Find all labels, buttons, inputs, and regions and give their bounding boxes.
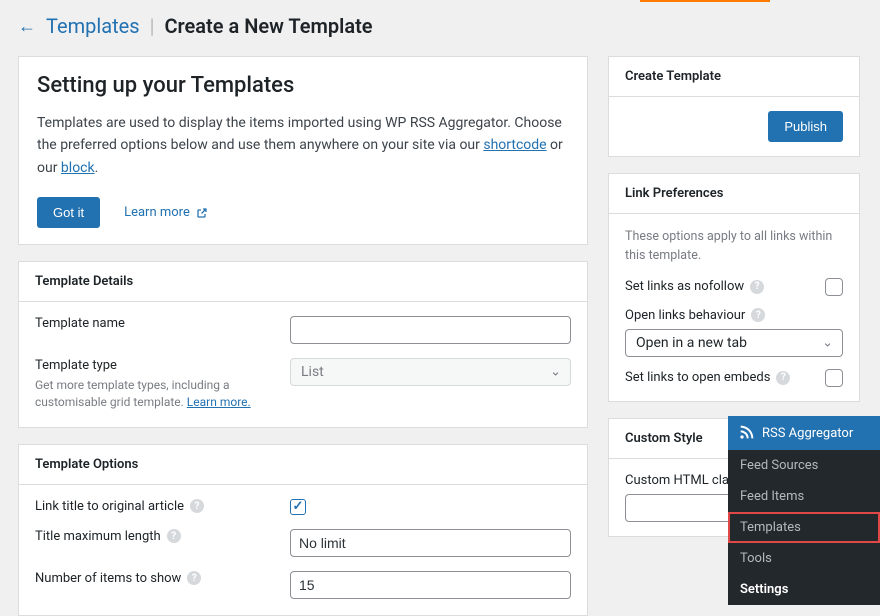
admin-menu-header[interactable]: RSS Aggregator (728, 416, 880, 450)
shortcode-link[interactable]: shortcode (483, 137, 546, 153)
template-name-label: Template name (35, 316, 290, 331)
nofollow-label: Set links as nofollow ? (625, 279, 817, 294)
top-accent-bar (640, 0, 770, 2)
template-type-hint: Get more template types, including a cus… (35, 377, 290, 411)
external-link-icon (196, 207, 208, 219)
setup-panel: Setting up your Templates Templates are … (18, 56, 588, 245)
link-preferences-heading: Link Preferences (609, 174, 859, 214)
title-max-label: Title maximum length ? (35, 529, 290, 544)
admin-menu-item-settings[interactable]: Settings (728, 574, 880, 605)
template-details-panel: Template Details Template name Template … (18, 261, 588, 428)
help-icon[interactable]: ? (751, 308, 765, 322)
back-arrow-icon[interactable]: ← (18, 16, 36, 37)
got-it-button[interactable]: Got it (37, 197, 100, 228)
help-icon[interactable]: ? (190, 499, 204, 513)
admin-menu-item-feed-sources[interactable]: Feed Sources (728, 450, 880, 481)
admin-menu-item-templates[interactable]: Templates (728, 512, 880, 543)
template-details-heading: Template Details (19, 262, 587, 302)
link-title-label: Link title to original article ? (35, 499, 290, 514)
template-options-heading: Template Options (19, 445, 587, 485)
create-template-heading: Create Template (609, 57, 859, 97)
breadcrumb-link-templates[interactable]: Templates (46, 14, 140, 38)
help-icon[interactable]: ? (167, 529, 181, 543)
breadcrumb-separator: | (150, 14, 155, 38)
learn-more-label: Learn more (124, 205, 190, 220)
open-links-behaviour-label: Open links behaviour ? (625, 308, 843, 323)
create-template-panel: Create Template Publish (608, 56, 860, 157)
admin-menu-title: RSS Aggregator (762, 426, 853, 441)
admin-menu: RSS Aggregator Feed Sources Feed Items T… (728, 416, 880, 605)
template-name-input[interactable] (290, 316, 571, 344)
template-type-select[interactable]: List (290, 358, 571, 386)
open-links-behaviour-select[interactable]: Open in a new tab (625, 329, 843, 357)
block-link[interactable]: block (61, 160, 95, 176)
link-title-checkbox[interactable] (290, 499, 306, 515)
template-type-label: Template type (35, 358, 290, 373)
open-embeds-label: Set links to open embeds ? (625, 370, 817, 385)
num-items-label: Number of items to show ? (35, 571, 290, 586)
rss-icon (738, 425, 754, 441)
nofollow-checkbox[interactable] (825, 278, 843, 296)
page-title: Create a New Template (164, 14, 372, 38)
publish-button[interactable]: Publish (768, 111, 843, 142)
template-type-learn-more-link[interactable]: Learn more. (187, 395, 251, 409)
learn-more-link[interactable]: Learn more (124, 205, 208, 220)
setup-description: Templates are used to display the items … (37, 112, 569, 179)
help-icon[interactable]: ? (187, 571, 201, 585)
admin-menu-item-feed-items[interactable]: Feed Items (728, 481, 880, 512)
breadcrumb: ← Templates | Create a New Template (18, 14, 862, 38)
admin-menu-item-tools[interactable]: Tools (728, 543, 880, 574)
setup-heading: Setting up your Templates (37, 73, 569, 98)
title-max-input[interactable] (290, 529, 571, 557)
open-embeds-checkbox[interactable] (825, 369, 843, 387)
template-options-panel: Template Options Link title to original … (18, 444, 588, 616)
help-icon[interactable]: ? (776, 371, 790, 385)
link-preferences-panel: Link Preferences These options apply to … (608, 173, 860, 402)
link-preferences-note: These options apply to all links within … (625, 228, 843, 266)
help-icon[interactable]: ? (750, 280, 764, 294)
